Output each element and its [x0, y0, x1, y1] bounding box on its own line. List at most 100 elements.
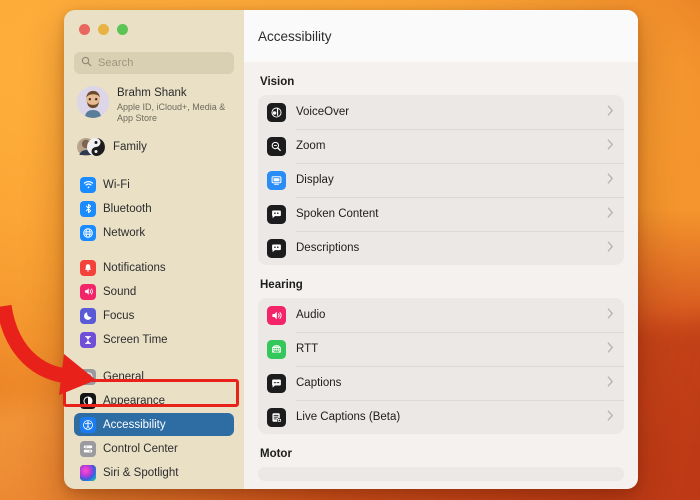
- sidebar-item-label: Screen Time: [103, 333, 168, 346]
- chevron-right-icon: [607, 374, 614, 392]
- sidebar-item-screen-time[interactable]: Screen Time: [74, 328, 234, 351]
- sidebar-item-wi-fi[interactable]: Wi-Fi: [74, 173, 234, 196]
- settings-row-live-captions-beta[interactable]: Live Captions (Beta): [258, 400, 624, 434]
- motor-card: [258, 467, 624, 481]
- settings-row-label: Spoken Content: [296, 208, 379, 220]
- chevron-right-icon: [607, 171, 614, 189]
- notifications-bell-icon: [80, 259, 96, 276]
- avatar: [77, 86, 109, 118]
- sidebar-item-notifications[interactable]: Notifications: [74, 256, 234, 279]
- family-avatar: [77, 133, 105, 161]
- sidebar-item-siri-and-spotlight[interactable]: Siri & Spotlight: [74, 461, 234, 484]
- sidebar-item-label: Focus: [103, 309, 135, 322]
- minimize-button[interactable]: [98, 24, 109, 35]
- sidebar-group-network: Wi-Fi Bluetooth Network: [74, 173, 234, 244]
- rtt-icon: [267, 339, 286, 359]
- sidebar-item-label: Appearance: [103, 394, 166, 407]
- focus-moon-icon: [80, 307, 96, 324]
- sidebar-item-network[interactable]: Network: [74, 221, 234, 244]
- search-input[interactable]: Search: [74, 52, 234, 74]
- settings-row-rtt[interactable]: RTT: [258, 332, 624, 366]
- desktop-wallpaper: Search Brahm Shank Apple ID, iCloud+, Me…: [0, 0, 700, 500]
- zoom-button[interactable]: [117, 24, 128, 35]
- settings-detail-pane: Accessibility Vision VoiceOver Zoom Disp…: [244, 10, 638, 489]
- chevron-right-icon: [607, 103, 614, 121]
- screen-time-hourglass-icon: [80, 331, 96, 348]
- chevron-right-icon: [607, 137, 614, 155]
- settings-row-label: Zoom: [296, 140, 326, 152]
- search-placeholder: Search: [98, 57, 134, 69]
- display-monitor-icon: [267, 170, 286, 190]
- chevron-right-icon: [607, 408, 614, 426]
- detail-toolbar: Accessibility: [244, 10, 638, 62]
- sidebar-item-label: General: [103, 370, 144, 383]
- sidebar-item-label: Siri & Spotlight: [103, 466, 179, 479]
- general-gear-icon: [80, 368, 96, 385]
- siri-icon: [80, 464, 96, 481]
- settings-row-label: Live Captions (Beta): [296, 411, 401, 423]
- hearing-card: Audio RTT Captions Live Captions (Beta): [258, 298, 624, 434]
- settings-row-label: VoiceOver: [296, 106, 350, 118]
- wifi-icon: [80, 176, 96, 193]
- window-traffic-lights: [74, 10, 234, 44]
- sidebar-item-bluetooth[interactable]: Bluetooth: [74, 197, 234, 220]
- sidebar-item-label: Wi-Fi: [103, 178, 130, 191]
- chevron-right-icon: [607, 340, 614, 358]
- section-heading-hearing: Hearing: [260, 279, 303, 291]
- settings-row-label: Captions: [296, 377, 342, 389]
- bluetooth-icon: [80, 200, 96, 217]
- control-center-icon: [80, 440, 96, 457]
- sidebar-item-control-center[interactable]: Control Center: [74, 437, 234, 460]
- chevron-right-icon: [607, 239, 614, 257]
- apple-id-account-row[interactable]: Brahm Shank Apple ID, iCloud+, Media & A…: [74, 74, 234, 128]
- captions-icon: [267, 373, 286, 393]
- appearance-contrast-icon: [80, 392, 96, 409]
- settings-row-descriptions[interactable]: Descriptions: [258, 231, 624, 265]
- accessibility-person-icon: [80, 416, 96, 433]
- chevron-right-icon: [607, 205, 614, 223]
- network-globe-icon: [80, 224, 96, 241]
- sidebar-item-sound[interactable]: Sound: [74, 280, 234, 303]
- sidebar-item-label: Network: [103, 226, 146, 239]
- sound-speaker-icon: [80, 283, 96, 300]
- settings-sidebar: Search Brahm Shank Apple ID, iCloud+, Me…: [64, 10, 244, 489]
- sidebar-group-system: Notifications Sound Focus Screen Time: [74, 256, 234, 351]
- account-subtitle: Apple ID, iCloud+, Media & App Store: [117, 102, 226, 123]
- page-title: Accessibility: [258, 28, 332, 44]
- settings-row-label: RTT: [296, 343, 319, 355]
- family-label: Family: [113, 141, 147, 153]
- settings-row-zoom[interactable]: Zoom: [258, 129, 624, 163]
- settings-row-voiceover[interactable]: VoiceOver: [258, 95, 624, 129]
- sidebar-item-label: Notifications: [103, 261, 166, 274]
- settings-row-captions[interactable]: Captions: [258, 366, 624, 400]
- live-captions-icon: [267, 407, 286, 427]
- settings-row-label: Display: [296, 174, 334, 186]
- audio-speaker-icon: [267, 305, 286, 325]
- sidebar-item-privacy-and-security[interactable]: Privacy & Security: [74, 485, 234, 489]
- sidebar-item-label: Sound: [103, 285, 137, 298]
- settings-row-audio[interactable]: Audio: [258, 298, 624, 332]
- settings-row-display[interactable]: Display: [258, 163, 624, 197]
- sidebar-item-focus[interactable]: Focus: [74, 304, 234, 327]
- system-settings-window: Search Brahm Shank Apple ID, iCloud+, Me…: [64, 10, 638, 489]
- sidebar-group-preferences: General Appearance Accessibility Control…: [74, 365, 234, 489]
- account-name: Brahm Shank: [117, 87, 187, 99]
- settings-row-label: Audio: [296, 309, 326, 321]
- settings-row-label: Descriptions: [296, 242, 360, 254]
- accessibility-settings-list[interactable]: Vision VoiceOver Zoom Display Spoken Con…: [244, 62, 638, 489]
- voiceover-icon: [267, 102, 286, 122]
- sidebar-item-accessibility[interactable]: Accessibility: [74, 413, 234, 436]
- sidebar-item-general[interactable]: General: [74, 365, 234, 388]
- section-heading-vision: Vision: [260, 76, 295, 88]
- sidebar-item-label: Control Center: [103, 442, 178, 455]
- family-row[interactable]: Family: [74, 128, 234, 161]
- close-button[interactable]: [79, 24, 90, 35]
- sidebar-item-label: Accessibility: [103, 418, 166, 431]
- descriptions-icon: [267, 238, 286, 258]
- settings-row-spoken-content[interactable]: Spoken Content: [258, 197, 624, 231]
- sidebar-item-appearance[interactable]: Appearance: [74, 389, 234, 412]
- privacy-hand-icon: [80, 488, 96, 489]
- chevron-right-icon: [607, 306, 614, 324]
- search-icon: [81, 54, 92, 72]
- sidebar-item-label: Bluetooth: [103, 202, 152, 215]
